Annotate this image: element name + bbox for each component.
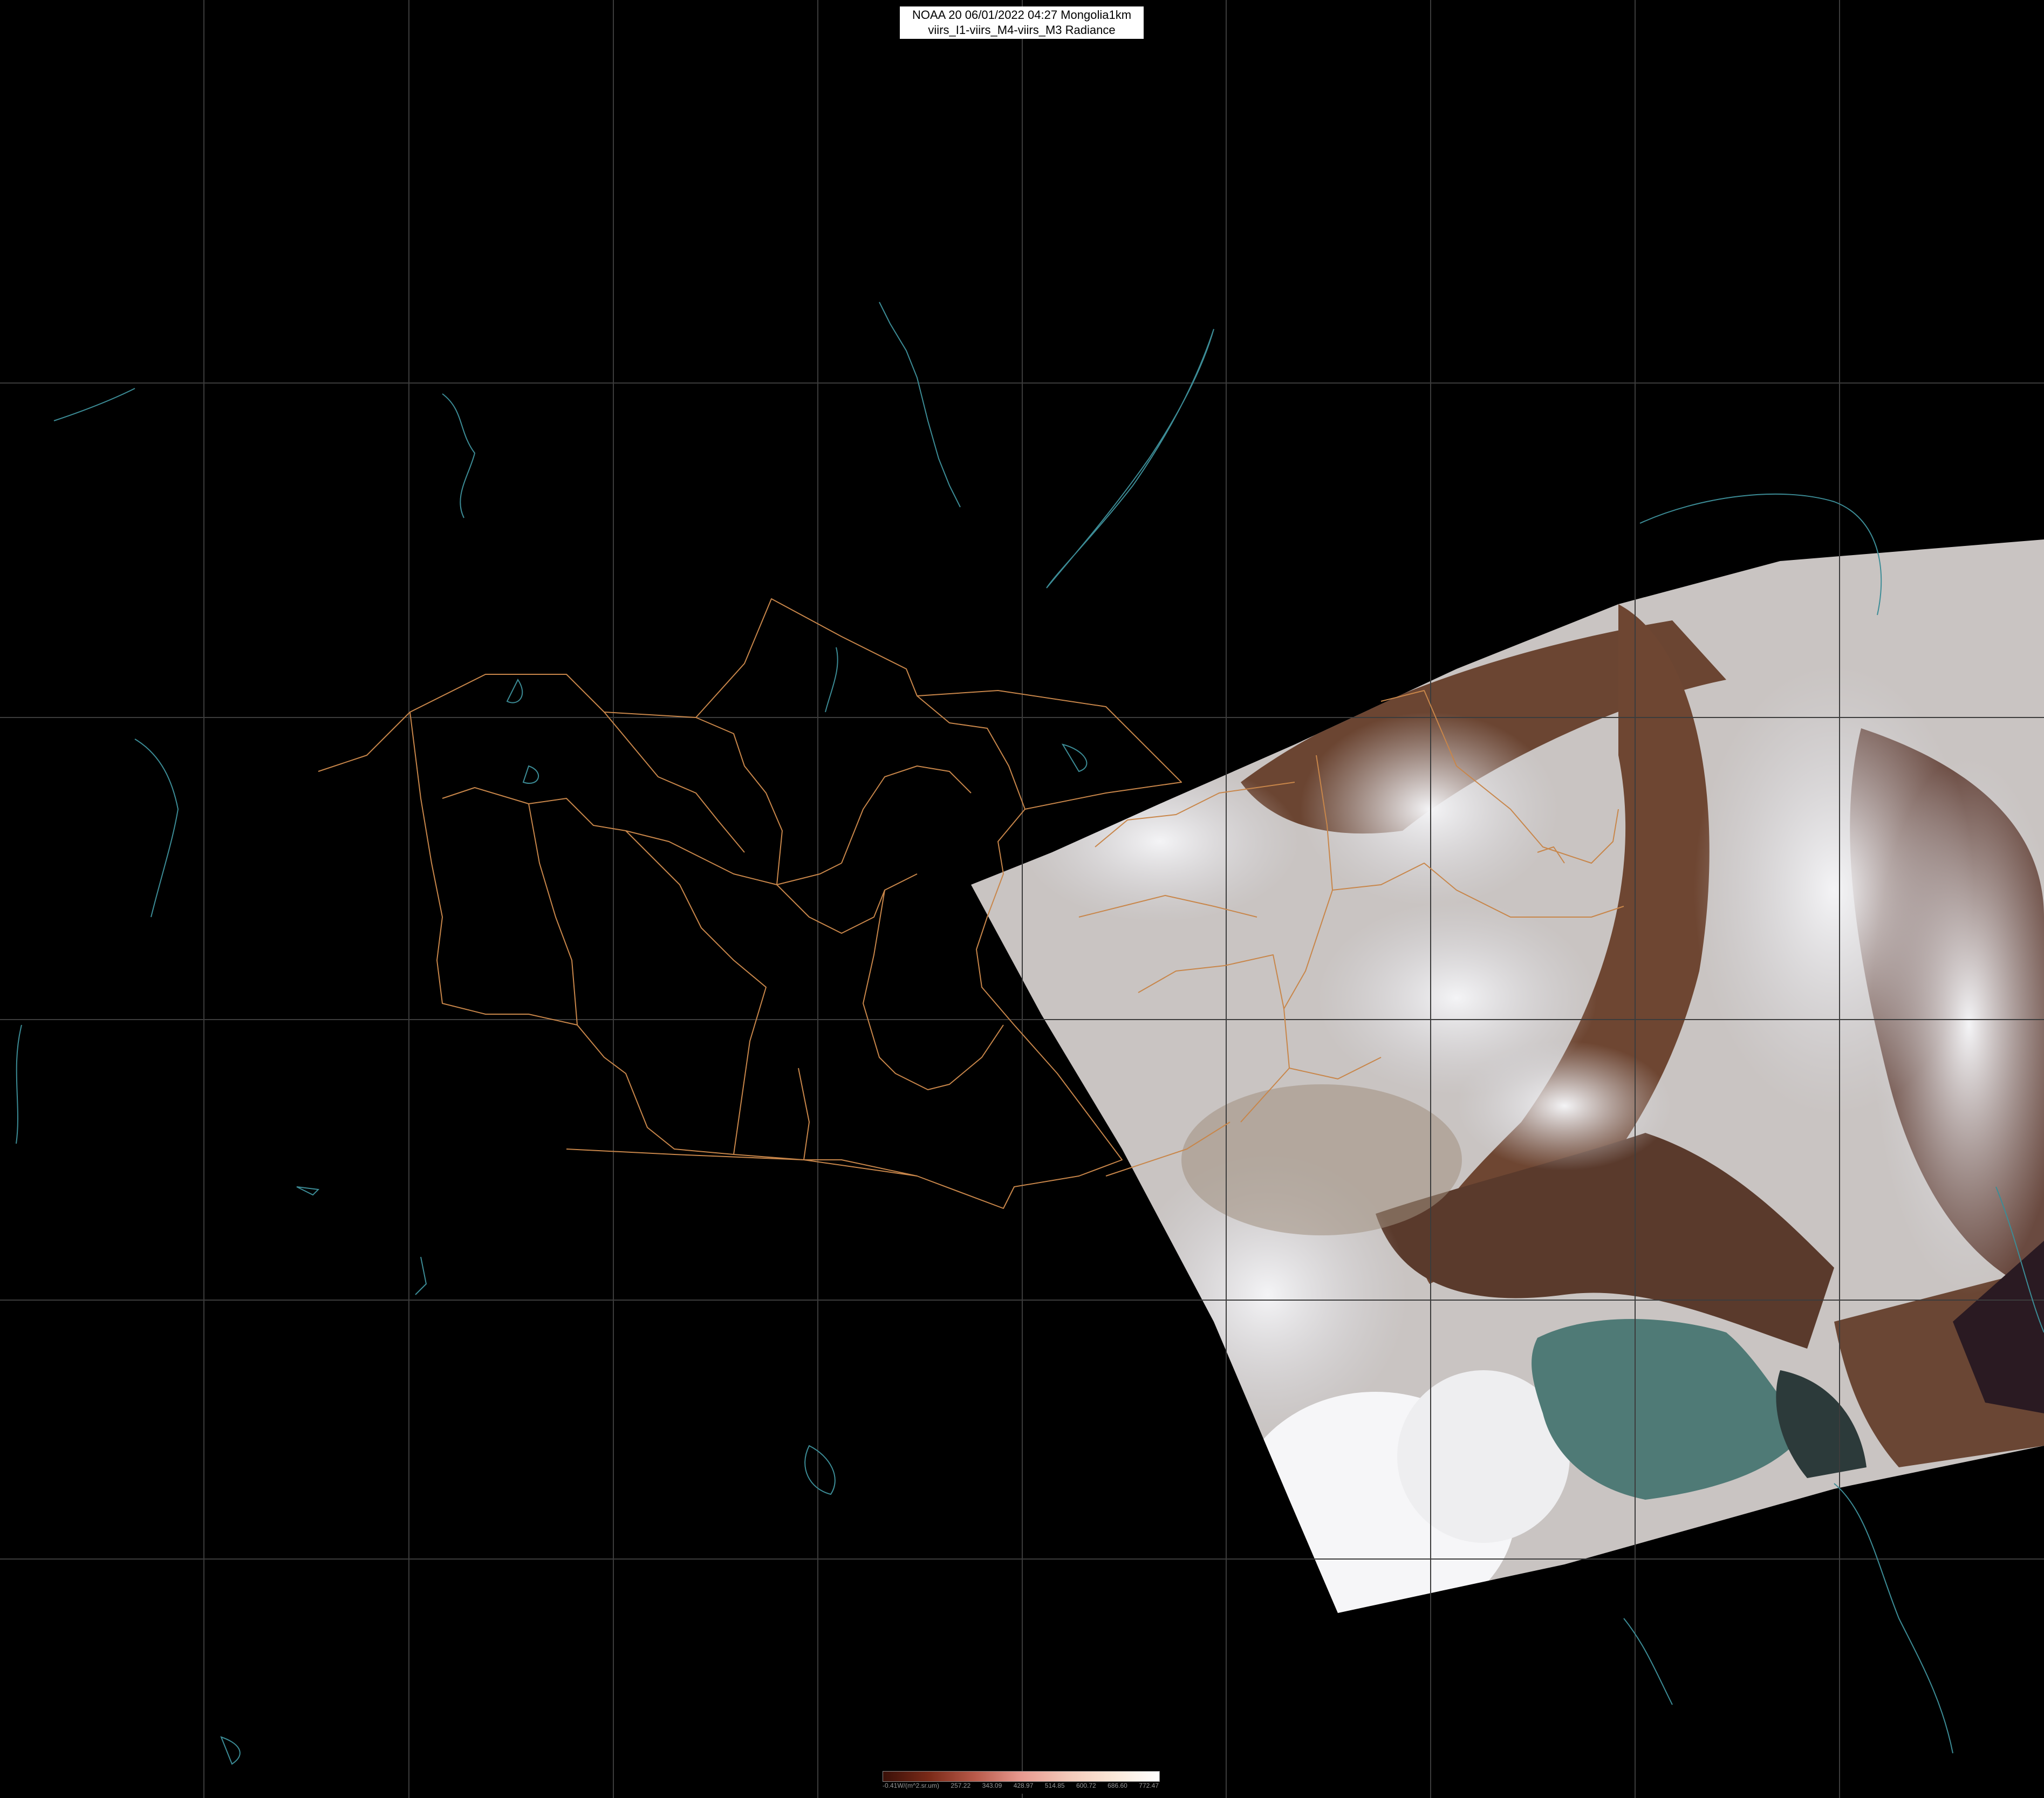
title-line-2: viirs_I1-viirs_M4-viirs_M3 Radiance bbox=[928, 23, 1116, 37]
colorbar-labels: -0.41W/(m^2.sr.um) 257.22 343.09 428.97 514.… bbox=[883, 1782, 1159, 1794]
colorbar-label: 600.72 bbox=[1076, 1782, 1096, 1789]
colorbar-label: 343.09 bbox=[982, 1782, 1002, 1789]
colorbar-label: 772.47 bbox=[1139, 1782, 1159, 1789]
satellite-map bbox=[0, 0, 2044, 1798]
colorbar-legend: -0.41W/(m^2.sr.um) 257.22 343.09 428.97 514.… bbox=[883, 1771, 1160, 1796]
colorbar-label: 514.85 bbox=[1044, 1782, 1065, 1789]
colorbar-label: 257.22 bbox=[951, 1782, 971, 1789]
colorbar-gradient bbox=[883, 1771, 1160, 1782]
title-line-1: NOAA 20 06/01/2022 04:27 Mongolia1km bbox=[912, 8, 1132, 22]
map-title: NOAA 20 06/01/2022 04:27 Mongolia1km vii… bbox=[900, 6, 1144, 39]
colorbar-label: 428.97 bbox=[1013, 1782, 1034, 1789]
colorbar-label: -0.41W/(m^2.sr.um) bbox=[883, 1782, 939, 1789]
colorbar-label: 686.60 bbox=[1108, 1782, 1127, 1789]
